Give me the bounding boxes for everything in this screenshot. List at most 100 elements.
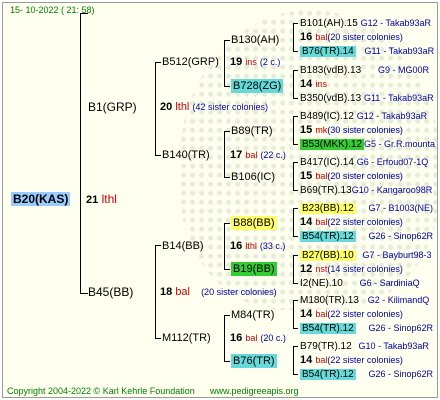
connector: [293, 208, 294, 236]
ancestor-row: B53(MKK).12 G5 - Gr.R.mounta: [300, 137, 435, 152]
ancestor-row: B489(IC).12 G12 - Takab93aR: [300, 109, 427, 124]
connector: [293, 23, 298, 24]
queen-b45-stats: 18 bal (20 sister colonies): [160, 285, 277, 299]
queen-m84-stats: 14 bal(22 sister colonies): [300, 307, 403, 321]
queen-b130[interactable]: B130(AH): [231, 33, 279, 47]
connector: [293, 162, 298, 163]
queen-b88[interactable]: B88(BB): [231, 216, 277, 230]
ancestor-code: G6 - Erfoud07-1Q: [356, 157, 429, 167]
connector: [293, 116, 298, 117]
queen-b14-stats: 16 lthl (33 c.): [230, 239, 285, 253]
count: 14: [300, 354, 313, 366]
sisters: (20 c.): [260, 333, 286, 343]
ancestor-row: B183(vdB).13 G9 - MG00R: [300, 63, 429, 78]
insem: lthl: [175, 101, 190, 113]
ancestor-name[interactable]: B183(vdB).13: [300, 65, 361, 76]
ancestor-code: G10 - Takab93aR: [358, 341, 429, 351]
queen-b89[interactable]: B89(TR): [231, 124, 273, 138]
insem: bal: [175, 286, 190, 298]
queen-b76-stats: 14 bal(22 sister colonies): [300, 353, 403, 367]
connector: [293, 255, 298, 256]
insem: bal: [245, 150, 258, 160]
ancestor-name[interactable]: B76(TR).14: [300, 46, 356, 57]
insem: bal: [315, 32, 328, 42]
ancestor-name[interactable]: B79(TR).12: [300, 341, 352, 352]
sisters: (20 sister colonies): [327, 171, 403, 181]
queen-b512[interactable]: B512(GRP): [162, 55, 219, 69]
sisters: (2 c.): [259, 57, 281, 67]
ancestor-name[interactable]: B69(TR).13: [300, 185, 352, 196]
ancestor-name[interactable]: B53(MKK).12: [300, 139, 365, 150]
connector: [293, 255, 294, 283]
connector: [293, 374, 298, 375]
count: 14: [300, 308, 313, 320]
connector: [293, 300, 294, 328]
ancestor-code: G26 - Sinop62R: [368, 323, 434, 333]
ancestor-name[interactable]: B54(TR).12: [300, 231, 356, 242]
insem: bal: [245, 333, 258, 343]
sisters: (42 sister colonies): [192, 102, 268, 112]
ancestor-row: B417(IC).14 G6 - Erfoud07-1Q: [300, 155, 428, 170]
ancestor-code: G10 - Kangaroo98R: [351, 185, 433, 195]
connector: [293, 328, 298, 329]
queen-b20[interactable]: B20(KAS): [11, 192, 71, 206]
ancestor-code: G12 - Takab93aR: [356, 111, 428, 121]
count: 17: [230, 149, 243, 161]
connector: [293, 51, 298, 52]
ancestor-code: G26 - Sinop62R: [368, 231, 434, 241]
ancestor-row: B54(TR).12 G26 - Sinop62R: [300, 367, 433, 382]
queen-b19-stats: 12 nst(14 sister colonies): [300, 262, 403, 276]
connector: [293, 116, 294, 144]
count: 15: [300, 170, 313, 182]
ancestor-name[interactable]: B489(IC).12: [300, 111, 354, 122]
ancestor-code: G12 - Takab93aR: [360, 18, 431, 28]
connector: [224, 40, 225, 86]
sisters: (33 c.): [259, 241, 286, 251]
count: 15: [300, 124, 313, 136]
connector: [224, 315, 230, 316]
ancestor-code: G7 - B1003(NE): [368, 203, 434, 213]
queen-b728[interactable]: B728(ZG): [231, 79, 284, 93]
ancestor-name[interactable]: I2(NE).10: [300, 278, 343, 289]
sisters: (22 sister colonies): [327, 217, 403, 227]
connector: [293, 70, 298, 71]
ancestor-name[interactable]: B101(AH).15: [300, 18, 358, 29]
connector: [293, 98, 298, 99]
connector: [80, 293, 88, 294]
connector: [224, 361, 230, 362]
queen-b140-stats: 17 bal (22 c.): [230, 148, 286, 162]
sisters: (14 sister colonies): [327, 264, 403, 274]
queen-m112[interactable]: M112(TR): [162, 331, 211, 345]
ancestor-name[interactable]: B23(BB).12: [300, 203, 356, 214]
connector: [224, 269, 230, 270]
ancestor-name[interactable]: B417(IC).14: [300, 157, 354, 168]
queen-b88-stats: 14 bal(22 sister colonies): [300, 215, 403, 229]
sisters: (20 sister colonies): [201, 287, 277, 297]
insem: nst: [315, 264, 328, 274]
ancestor-name[interactable]: B54(TR).12: [300, 369, 356, 380]
count: 14: [300, 78, 313, 90]
report-date: 15- 10-2022 ( 21: 58): [10, 5, 95, 15]
queen-b14[interactable]: B14(BB): [162, 239, 204, 253]
ancestor-name[interactable]: M180(TR).13: [300, 295, 359, 306]
ancestor-name[interactable]: B27(BB).10: [300, 250, 356, 261]
connector: [224, 223, 230, 224]
connector: [224, 131, 225, 177]
queen-b140[interactable]: B140(TR): [162, 148, 210, 162]
ancestor-name[interactable]: B350(vdB).13: [300, 93, 361, 104]
queen-m84[interactable]: M84(TR): [231, 308, 274, 322]
ancestor-code: G26 - Sinop62R: [368, 369, 434, 379]
website-link[interactable]: www.pedigreeapis.org: [210, 384, 299, 398]
ancestor-code: G2 - KilimandQ: [367, 295, 430, 305]
ancestor-row: B101(AH).15 G12 - Takab93aR: [300, 16, 431, 31]
ancestor-code: G11 - Takab93aR: [364, 46, 435, 56]
queen-b19[interactable]: B19(BB): [231, 262, 277, 276]
sisters: (22 c.): [260, 150, 286, 160]
queen-b106[interactable]: B106(IC): [231, 170, 275, 184]
ancestor-row: B54(TR).12 G26 - Sinop62R: [300, 229, 433, 244]
queen-b45[interactable]: B45(BB): [88, 285, 133, 299]
connector: [293, 162, 294, 190]
queen-b76[interactable]: B76(TR): [231, 354, 277, 368]
ancestor-name[interactable]: B54(TR).12: [300, 323, 356, 334]
queen-b1[interactable]: B1(GRP): [88, 100, 137, 114]
